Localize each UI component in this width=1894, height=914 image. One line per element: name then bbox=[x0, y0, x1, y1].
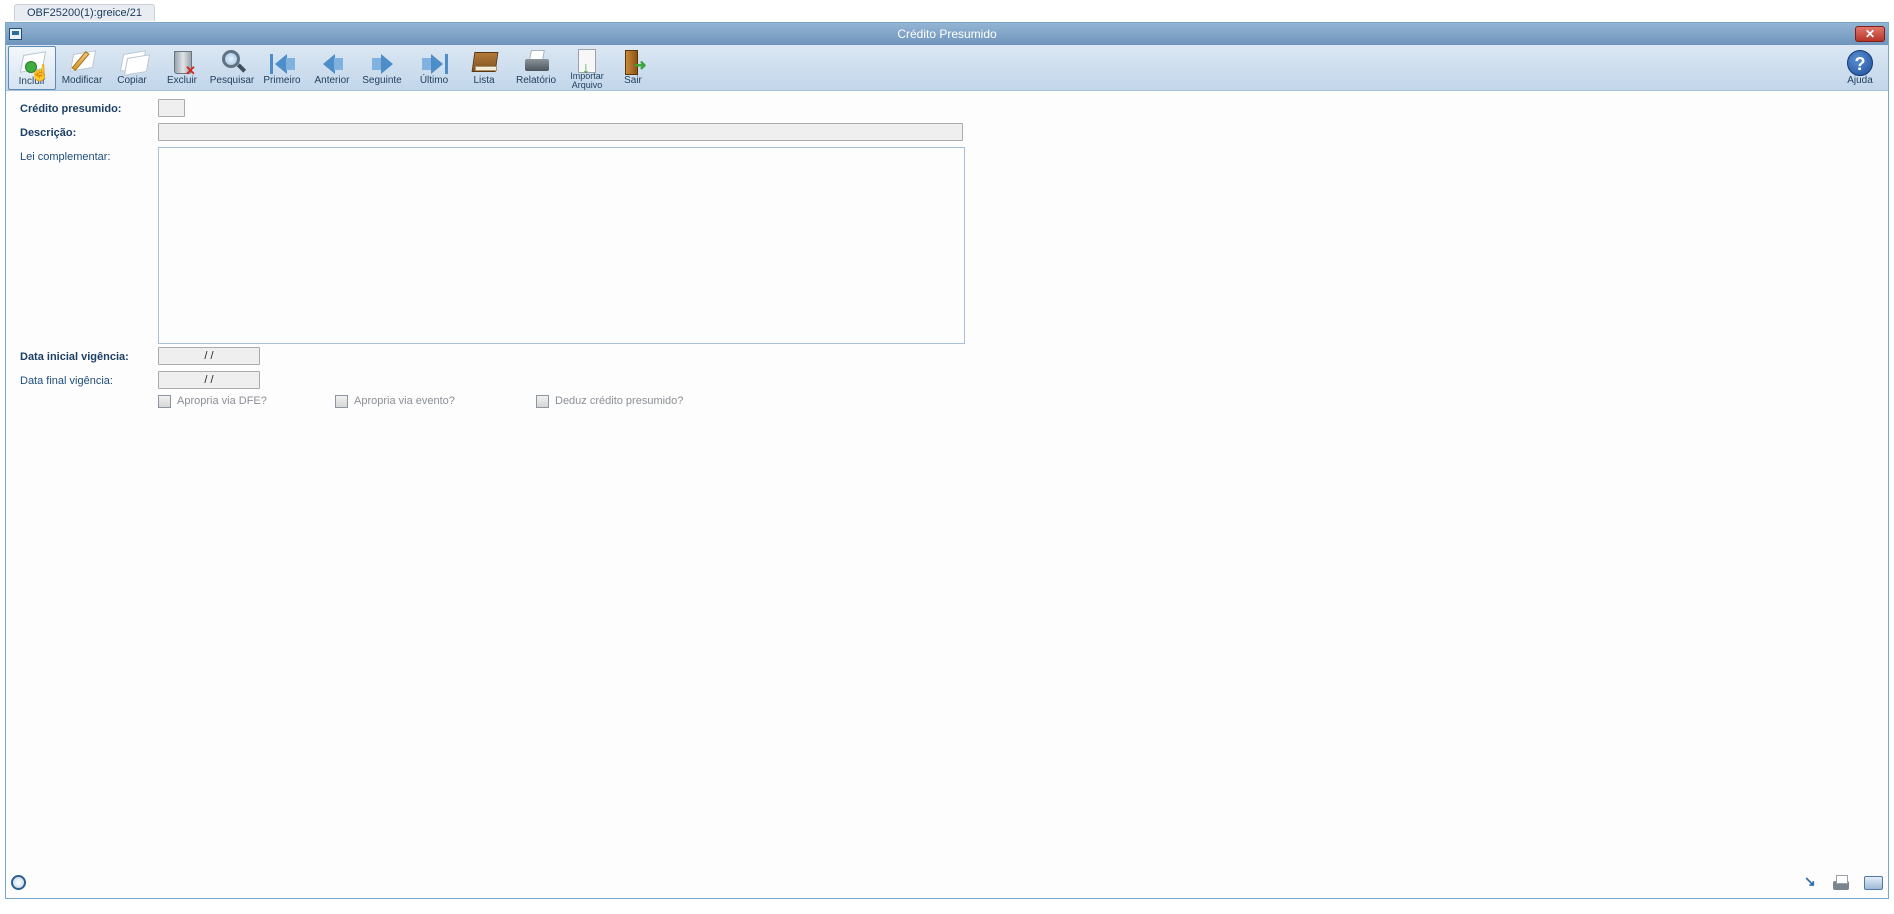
app-window: Crédito Presumido ✕ ☝ Incluir Modificar … bbox=[5, 22, 1889, 899]
help-icon: ? bbox=[1845, 48, 1875, 76]
importar-arquivo-button[interactable]: ↓ Importar Arquivo bbox=[563, 46, 611, 90]
copiar-label: Copiar bbox=[117, 75, 147, 86]
apropria-evento-box[interactable] bbox=[335, 395, 348, 408]
magnifier-icon bbox=[217, 48, 247, 76]
seguinte-label: Seguinte bbox=[362, 75, 402, 86]
pesquisar-label: Pesquisar bbox=[209, 75, 255, 86]
importar-label-line2: Arquivo bbox=[571, 80, 603, 90]
first-record-icon bbox=[267, 48, 297, 76]
window-title: Crédito Presumido bbox=[897, 27, 997, 41]
apropria-dfe-box[interactable] bbox=[158, 395, 171, 408]
descricao-field[interactable] bbox=[158, 123, 963, 141]
ultimo-button[interactable]: Último bbox=[410, 46, 458, 90]
pesquisar-button[interactable]: Pesquisar bbox=[208, 46, 256, 90]
apropria-dfe-label: Apropria via DFE? bbox=[177, 395, 267, 407]
relatorio-label: Relatório bbox=[515, 75, 557, 86]
message-icon[interactable] bbox=[1864, 875, 1883, 891]
next-record-icon bbox=[367, 48, 397, 76]
edit-pencil-icon bbox=[67, 48, 97, 76]
lei-complementar-label: Lei complementar: bbox=[20, 151, 111, 163]
tab-bar: OBF25200(1):greice/21 bbox=[0, 0, 1894, 22]
anterior-label: Anterior bbox=[314, 75, 350, 86]
data-inicial-vigencia-field[interactable]: / / bbox=[158, 347, 260, 365]
deduz-credito-label: Deduz crédito presumido? bbox=[555, 395, 684, 407]
credito-presumido-field[interactable] bbox=[158, 99, 185, 117]
close-button[interactable]: ✕ bbox=[1855, 26, 1885, 42]
deduz-credito-checkbox[interactable]: Deduz crédito presumido? bbox=[536, 394, 716, 408]
data-final-vigencia-label: Data final vigência: bbox=[20, 375, 113, 387]
excluir-label: Excluir bbox=[166, 75, 197, 86]
apropria-evento-checkbox[interactable]: Apropria via evento? bbox=[335, 394, 485, 408]
modificar-label: Modificar bbox=[61, 75, 103, 86]
print-status-icon[interactable] bbox=[1832, 875, 1850, 891]
book-list-icon bbox=[469, 48, 499, 76]
lista-button[interactable]: Lista bbox=[460, 46, 508, 90]
copiar-button[interactable]: Copiar bbox=[108, 46, 156, 90]
lei-complementar-textarea[interactable] bbox=[158, 147, 965, 344]
status-globe-icon[interactable] bbox=[11, 875, 26, 890]
previous-record-icon bbox=[317, 48, 347, 76]
copy-documents-icon bbox=[117, 48, 151, 76]
relatorio-button[interactable]: Relatório bbox=[512, 46, 560, 90]
sair-label: Sair bbox=[624, 75, 642, 86]
ajuda-button[interactable]: ? Ajuda bbox=[1836, 46, 1884, 90]
incluir-button[interactable]: ☝ Incluir bbox=[8, 46, 56, 90]
trash-icon: ✕ bbox=[167, 48, 197, 78]
seguinte-button[interactable]: Seguinte bbox=[358, 46, 406, 90]
printer-icon bbox=[521, 48, 551, 76]
add-document-icon: ☝ bbox=[17, 49, 50, 82]
primeiro-button[interactable]: Primeiro bbox=[258, 46, 306, 90]
session-tab[interactable]: OBF25200(1):greice/21 bbox=[14, 4, 155, 21]
exit-door-icon: ➜ bbox=[618, 48, 648, 76]
toolbar: ☝ Incluir Modificar Copiar ✕ Excluir Pes… bbox=[6, 45, 1888, 91]
credito-presumido-label: Crédito presumido: bbox=[20, 103, 122, 115]
data-inicial-vigencia-label: Data inicial vigência: bbox=[20, 351, 129, 363]
last-record-icon bbox=[419, 48, 449, 76]
ultimo-label: Último bbox=[419, 75, 449, 86]
resize-arrows-icon[interactable] bbox=[1802, 873, 1820, 891]
title-bar: Crédito Presumido ✕ bbox=[6, 23, 1888, 45]
deduz-credito-box[interactable] bbox=[536, 395, 549, 408]
lista-label: Lista bbox=[473, 75, 495, 86]
import-file-icon: ↓ bbox=[572, 48, 602, 77]
data-final-vigencia-field[interactable]: / / bbox=[158, 371, 260, 389]
descricao-label: Descrição: bbox=[20, 127, 77, 139]
apropria-evento-label: Apropria via evento? bbox=[354, 395, 455, 407]
excluir-button[interactable]: ✕ Excluir bbox=[158, 46, 206, 90]
sair-button[interactable]: ➜ Sair bbox=[609, 46, 657, 90]
anterior-button[interactable]: Anterior bbox=[308, 46, 356, 90]
ajuda-label: Ajuda bbox=[1847, 75, 1873, 86]
primeiro-label: Primeiro bbox=[263, 75, 301, 86]
apropria-dfe-checkbox[interactable]: Apropria via DFE? bbox=[158, 394, 298, 408]
modificar-button[interactable]: Modificar bbox=[58, 46, 106, 90]
